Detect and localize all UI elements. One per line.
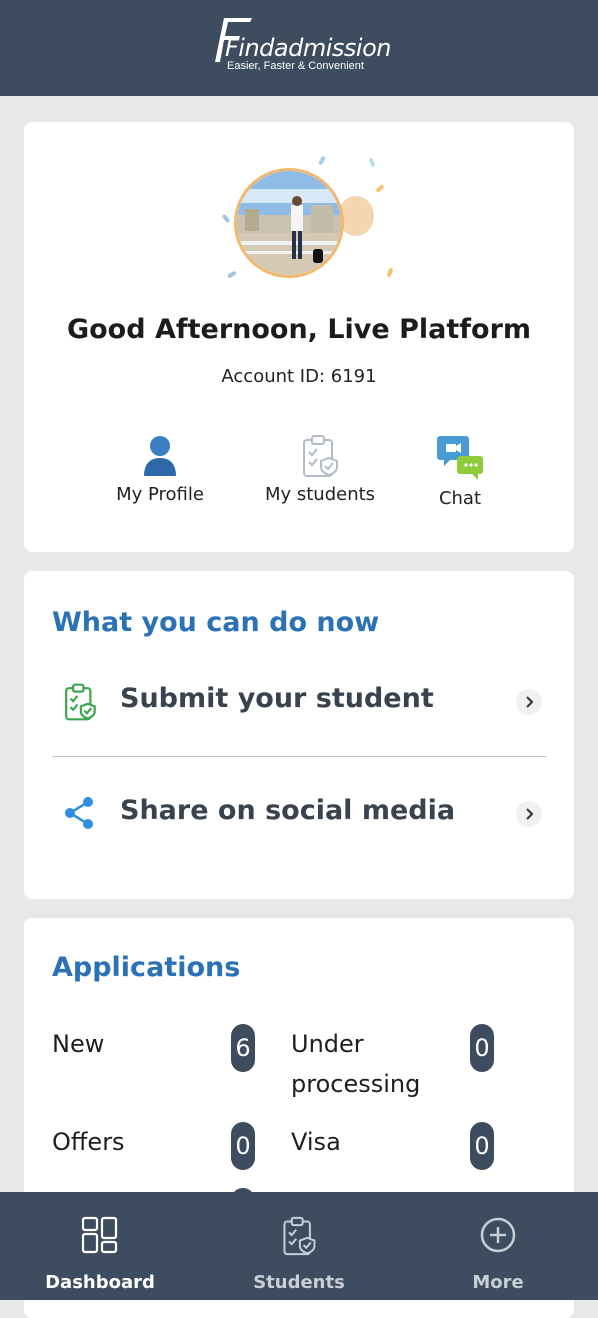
avatar[interactable]: [234, 168, 344, 278]
stat-label-new: New: [52, 1030, 105, 1058]
greeting-text: Good Afternoon, Live Platform: [66, 314, 532, 345]
stat-label-offers: Offers: [52, 1128, 125, 1156]
chevron-right-icon: [516, 801, 542, 827]
chevron-right-icon: [516, 689, 542, 715]
confetti-shape: [221, 213, 231, 224]
my-students-button[interactable]: My students: [240, 434, 400, 505]
nav-students-label: Students: [253, 1272, 345, 1293]
confetti-shape: [375, 183, 385, 194]
my-students-label: My students: [264, 484, 376, 505]
stat-badge-under-processing[interactable]: 0: [470, 1024, 494, 1072]
findadmission-logo: Findadmission Easier, Faster & Convenien…: [212, 16, 391, 76]
logo-tagline: Easier, Faster & Convenient: [227, 60, 364, 72]
nav-students[interactable]: Students: [199, 1192, 399, 1300]
next-steps-card: What you can do now Submit your student …: [24, 571, 574, 899]
chat-button[interactable]: Chat: [380, 434, 540, 509]
logo-text: Findadmission: [225, 34, 391, 62]
clipboard-icon: [303, 435, 338, 477]
chat-label: Chat: [438, 488, 482, 509]
account-id: Account ID: 6191: [221, 366, 377, 387]
applications-title: Applications: [52, 952, 241, 983]
confetti-shape: [386, 267, 394, 278]
stat-label-under-processing: Under processing: [291, 1030, 421, 1098]
share-social-label: Share on social media: [120, 795, 456, 826]
submit-student-label: Submit your student: [120, 683, 434, 714]
chat-bubbles-icon: [437, 436, 483, 480]
clipboard-shield-icon: [65, 683, 96, 721]
dashboard-icon: [81, 1216, 118, 1254]
stat-badge-new[interactable]: 6: [231, 1024, 255, 1072]
profile-photo: [237, 171, 341, 275]
plus-circle-icon: [480, 1217, 516, 1253]
stat-badge-offers[interactable]: 0: [231, 1122, 255, 1170]
nav-more[interactable]: More: [398, 1192, 598, 1300]
nav-more-label: More: [472, 1272, 524, 1293]
share-social-row[interactable]: Share on social media: [52, 781, 546, 845]
profile-card: Good Afternoon, Live Platform Account ID…: [24, 122, 574, 552]
clipboard-icon: [283, 1216, 316, 1256]
confetti-shape: [368, 157, 376, 168]
stat-label-visa: Visa: [291, 1128, 341, 1156]
app-header: Findadmission Easier, Faster & Convenien…: [0, 0, 598, 96]
nav-dashboard[interactable]: Dashboard: [0, 1192, 200, 1300]
next-steps-title: What you can do now: [52, 607, 380, 638]
confetti-shape: [227, 270, 237, 279]
share-icon: [65, 797, 93, 829]
submit-student-row[interactable]: Submit your student: [52, 669, 546, 733]
my-profile-label: My Profile: [116, 484, 204, 505]
nav-dashboard-label: Dashboard: [45, 1272, 155, 1293]
avatar-container: [220, 150, 400, 290]
user-icon: [144, 436, 176, 476]
my-profile-button[interactable]: My Profile: [80, 434, 240, 505]
stat-badge-visa[interactable]: 0: [470, 1122, 494, 1170]
bottom-nav: Dashboard Students More: [0, 1192, 598, 1300]
divider: [52, 756, 546, 757]
confetti-shape: [318, 155, 326, 166]
